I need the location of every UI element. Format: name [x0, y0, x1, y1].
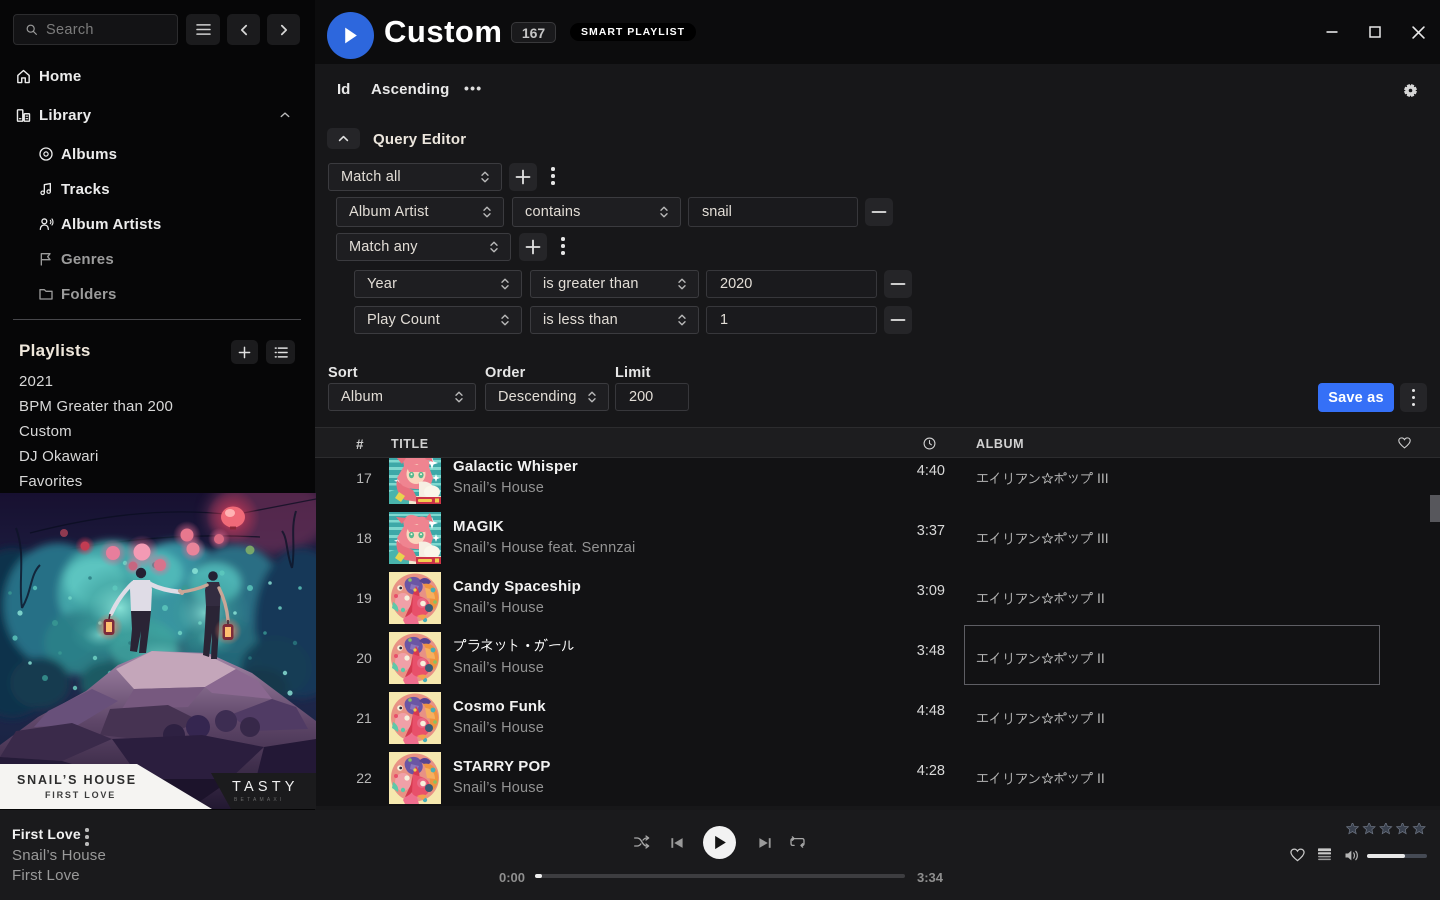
svg-text:SNAIL’S HOUSE: SNAIL’S HOUSE — [17, 773, 137, 787]
svg-text:BETAMAXI: BETAMAXI — [234, 797, 285, 803]
svg-text:TASTY: TASTY — [232, 779, 299, 795]
svg-text:FIRST LOVE: FIRST LOVE — [45, 790, 116, 800]
